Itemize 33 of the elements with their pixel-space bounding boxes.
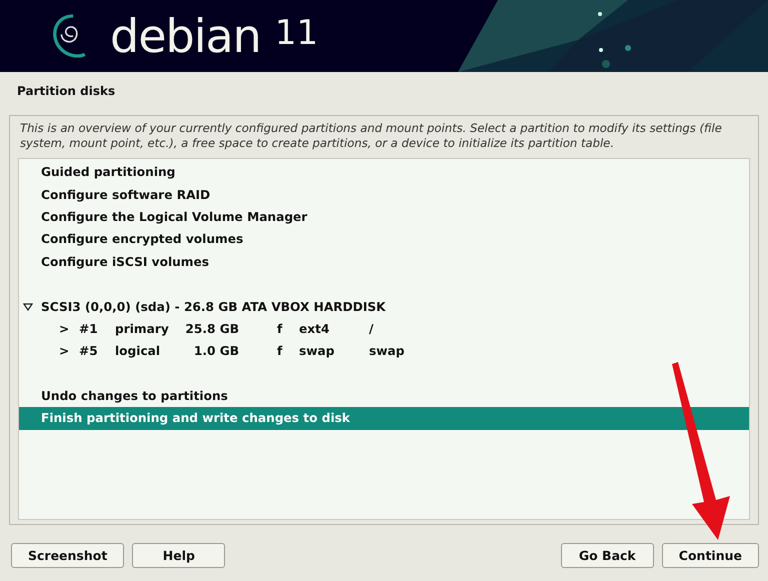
partition-number: #1	[79, 322, 99, 336]
page-title: Partition disks	[16, 83, 116, 100]
partition-filesystem: swap	[299, 344, 336, 358]
partition-mount: /	[369, 322, 374, 336]
partition-type: logical	[115, 344, 162, 358]
menu-item[interactable]: Configure encrypted volumes	[19, 228, 749, 251]
version-number: 11	[274, 16, 318, 50]
partition-flag-text: f	[277, 322, 284, 336]
partition-item[interactable]: > #1 primary 25.8 GB f ext4 /	[19, 318, 749, 340]
partition-number: #5	[79, 344, 99, 358]
partition-filesystem: ext4	[299, 322, 330, 336]
partition-size: 25.8 GB	[184, 322, 239, 336]
partition-marker: >	[58, 344, 70, 358]
partition-flag-text: f	[277, 344, 284, 358]
menu-item[interactable]: Guided partitioning	[19, 161, 749, 184]
menu-item[interactable]: Finish partitioning and write changes to disk	[19, 407, 749, 430]
action-button[interactable]: Continue	[662, 543, 759, 568]
action-button[interactable]: Help	[132, 543, 226, 568]
disk-item[interactable]: SCSI3 (0,0,0) (sda) - 26.8 GB ATA VBOX HARDDISK	[19, 295, 749, 318]
partition-type: primary	[115, 322, 170, 336]
disk-label: SCSI3 (0,0,0) (sda) - 26.8 GB ATA VBOX HARDDISK	[41, 300, 386, 314]
action-button[interactable]: Go Back	[560, 543, 654, 568]
menu-item[interactable]: Configure iSCSI volumes	[19, 250, 749, 273]
partition-item[interactable]: > #5 logical 1.0 GB f swap swap	[19, 340, 749, 363]
menu-item[interactable]: Configure the Logical Volume Manager	[19, 206, 749, 228]
action-button[interactable]: Screenshot	[11, 543, 124, 568]
menu-item[interactable]: Undo changes to partitions	[19, 384, 749, 408]
partition-marker: >	[58, 322, 70, 336]
partition-size: 1.0 GB	[192, 344, 239, 358]
description-text: This is an overview of your currently configured partitions and mount points. Select a partition to modify its settings (file system, mount point, etc.), a free space to create partitions, or a device to initialize its partition table.	[20, 121, 723, 151]
brand-name: debian	[110, 13, 261, 59]
partition-mount: swap	[369, 344, 406, 358]
menu-item[interactable]: Configure software RAID	[19, 183, 749, 206]
